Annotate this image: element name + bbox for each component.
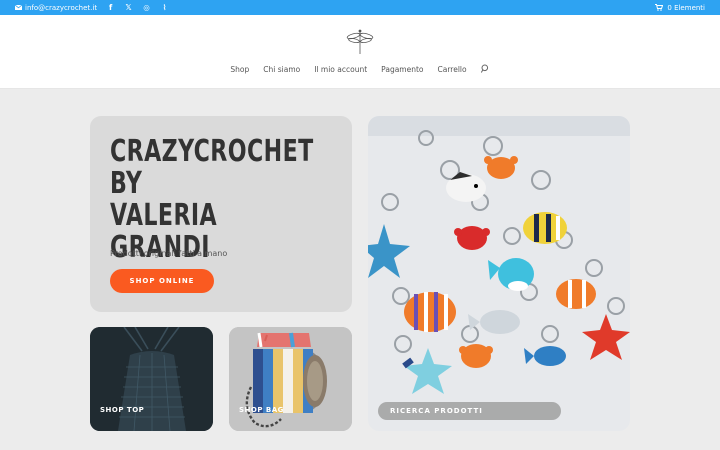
cart-count: 0 Elementi	[667, 3, 705, 12]
hero-title: CRAZYCROCHET BY VALERIA GRANDI	[110, 136, 314, 264]
dragonfly-logo-icon[interactable]	[344, 25, 376, 57]
mail-icon	[15, 5, 22, 10]
top-bar: info@crazycrochet.it f 𝕏 ◎ ⌇ 0 Elementi	[0, 0, 720, 15]
shop-top-label: SHOP TOP	[100, 406, 145, 414]
shop-online-button[interactable]: SHOP ONLINE	[110, 269, 214, 293]
crochet-top-image	[90, 327, 213, 431]
keychains-image	[368, 116, 630, 431]
main-nav: Shop Chi siamo Il mio account Pagamento …	[0, 64, 720, 74]
shop-bag-label: SHOP BAG	[239, 406, 284, 414]
site-header: Shop Chi siamo Il mio account Pagamento …	[0, 15, 720, 89]
shop-top-card[interactable]: SHOP TOP	[90, 327, 213, 431]
cart-icon	[655, 4, 664, 11]
hero-title-line: BY	[110, 166, 143, 201]
facebook-icon[interactable]: f	[106, 3, 115, 12]
nav-chi-siamo[interactable]: Chi siamo	[263, 65, 300, 74]
cart-link[interactable]: 0 Elementi	[655, 0, 705, 15]
nav-shop[interactable]: Shop	[230, 65, 249, 74]
crochet-bag-image	[229, 327, 352, 431]
shop-bag-card[interactable]: SHOP BAG	[229, 327, 352, 431]
hero-card: CRAZYCROCHET BY VALERIA GRANDI Prodotti …	[90, 116, 352, 312]
email-text: info@crazycrochet.it	[25, 3, 98, 12]
rss-icon[interactable]: ⌇	[160, 3, 169, 12]
search-icon[interactable]	[480, 64, 490, 73]
nav-pagamento[interactable]: Pagamento	[381, 65, 423, 74]
email-link[interactable]: info@crazycrochet.it	[15, 4, 97, 12]
hero-title-line: CRAZYCROCHET	[110, 134, 314, 169]
x-icon[interactable]: 𝕏	[124, 3, 133, 12]
nav-carrello[interactable]: Carrello	[438, 65, 467, 74]
nav-account[interactable]: Il mio account	[314, 65, 367, 74]
crochet-keychains-photo-card[interactable]: RICERCA PRODOTTI	[368, 116, 630, 431]
hero-tagline: Prodotti originali fatti a mano	[110, 249, 228, 258]
instagram-icon[interactable]: ◎	[142, 3, 151, 12]
ricerca-prodotti-button[interactable]: RICERCA PRODOTTI	[378, 402, 561, 420]
